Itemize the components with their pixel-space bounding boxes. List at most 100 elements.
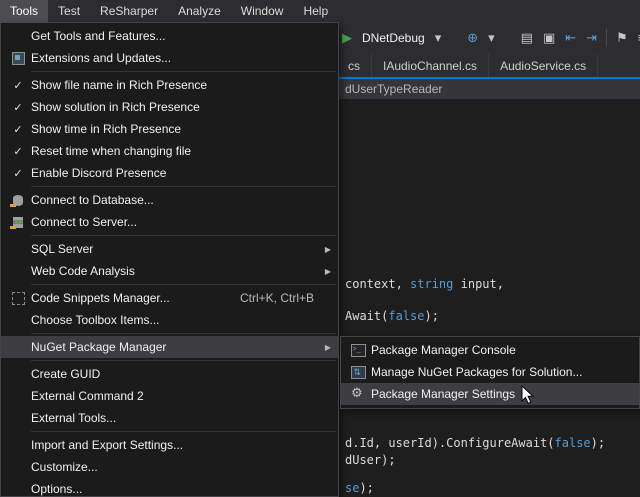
menu-separator	[31, 186, 336, 187]
menu-item[interactable]: ✓ Show file name in Rich Presence	[1, 74, 338, 96]
menubar-item[interactable]: Help	[293, 0, 338, 22]
code-line: context, string input,	[345, 277, 504, 291]
menu-item[interactable]: Connect to Database...	[1, 189, 338, 211]
debug-target-dropdown-icon[interactable]: ▾	[430, 22, 447, 54]
menu-item[interactable]: Import and Export Settings...	[1, 434, 338, 456]
submenu-item-label: Manage NuGet Packages for Solution...	[371, 365, 582, 379]
menubar-item[interactable]: Test	[48, 0, 90, 22]
check-mark: ✓	[13, 79, 22, 92]
indent-increase-icon[interactable]: ⇥	[581, 22, 602, 54]
menubar-item[interactable]: ReSharper	[90, 0, 168, 22]
document-tab[interactable]: cs	[337, 54, 372, 77]
menubar-item-label: Window	[241, 4, 284, 18]
menu-separator	[31, 71, 336, 72]
menu-item[interactable]: Connect to Server...	[1, 211, 338, 233]
menu-item[interactable]: ✓ Enable Discord Presence	[1, 162, 338, 184]
menu-item-shortcut: Ctrl+K, Ctrl+B	[240, 291, 330, 305]
mouse-cursor-icon	[521, 385, 537, 407]
menu-item-label: Import and Export Settings...	[31, 438, 183, 452]
menu-separator	[31, 431, 336, 432]
menu-item[interactable]: Customize...	[1, 456, 338, 478]
menu-item[interactable]: Get Tools and Features...	[1, 25, 338, 47]
attach-icon[interactable]: ⊕	[462, 22, 483, 54]
check-mark: ✓	[13, 123, 22, 136]
submenu-arrow-icon: ▶	[325, 343, 331, 352]
menu-item[interactable]: Choose Toolbox Items...	[1, 309, 338, 331]
check-mark: ✓	[13, 101, 22, 114]
menu-item-label: Create GUID	[31, 367, 100, 381]
check-mark: ✓	[13, 145, 22, 158]
menu-separator	[31, 284, 336, 285]
menu-separator	[31, 360, 336, 361]
menu-item-label: Show solution in Rich Presence	[31, 100, 200, 114]
menu-item[interactable]: Code Snippets Manager... Ctrl+K, Ctrl+B	[1, 287, 338, 309]
menu-item[interactable]: Create GUID	[1, 363, 338, 385]
menubar-item-label: Tools	[10, 4, 38, 18]
menu-item[interactable]: External Command 2	[1, 385, 338, 407]
attach-dropdown-icon[interactable]: ▾	[483, 22, 500, 54]
menu-item-label: Connect to Database...	[31, 193, 154, 207]
database-icon	[13, 195, 23, 206]
menubar-item[interactable]: Analyze	[168, 0, 231, 22]
nuget-submenu: Package Manager Console Manage NuGet Pac…	[340, 336, 640, 409]
menu-item-label: Connect to Server...	[31, 215, 137, 229]
menu-item[interactable]: ✓ Show solution in Rich Presence	[1, 96, 338, 118]
menu-item-label: SQL Server	[31, 242, 93, 256]
submenu-item[interactable]: Package Manager Console	[341, 339, 639, 361]
check-mark: ✓	[13, 167, 22, 180]
code-line: d.Id, userId).ConfigureAwait(false);	[345, 436, 605, 450]
start-debug-icon[interactable]: ▶	[337, 22, 357, 54]
menu-item-label: Web Code Analysis	[31, 264, 135, 278]
menu-item[interactable]: External Tools...	[1, 407, 338, 429]
menubar-item-label: ReSharper	[100, 4, 158, 18]
menu-item[interactable]: Options...	[1, 478, 338, 497]
toolbar-icon-glyph: ⇥	[586, 30, 597, 45]
menu-item-label: External Tools...	[31, 411, 116, 425]
toolbar-separator	[606, 29, 607, 47]
menubar-item[interactable]: Window	[231, 0, 294, 22]
document-tab[interactable]: IAudioChannel.cs	[372, 54, 489, 77]
document-tab[interactable]: AudioService.cs	[489, 54, 598, 77]
menu-item[interactable]: ✓ Reset time when changing file	[1, 140, 338, 162]
tools-menu: Get Tools and Features... Extensions and…	[0, 22, 339, 497]
indent-decrease-icon[interactable]: ⇤	[560, 22, 581, 54]
menubar-item-label: Test	[58, 4, 80, 18]
menu-item-label: Get Tools and Features...	[31, 29, 166, 43]
extensions-icon	[12, 52, 25, 65]
toolbar-right-group: ▶DNetDebug▾⊕▾▤▣⇤⇥⚑≡	[328, 22, 640, 54]
menu-item-label: Show time in Rich Presence	[31, 122, 181, 136]
code-line: se);	[345, 481, 374, 495]
toolbar-icon-glyph: DNetDebug	[362, 31, 425, 45]
toolbar-separator	[446, 38, 462, 39]
task-list-icon[interactable]: ≡	[633, 22, 640, 54]
menu-item[interactable]: Web Code Analysis ▶	[1, 260, 338, 282]
copy-icon[interactable]: ▣	[538, 22, 560, 54]
menu-item-label: Choose Toolbox Items...	[31, 313, 160, 327]
member-dropdown[interactable]: dUserTypeReader	[345, 82, 442, 96]
menubar-item-label: Help	[303, 4, 328, 18]
toolbar-icon-glyph: ⇤	[565, 30, 576, 45]
menu-item[interactable]: NuGet Package Manager ▶	[1, 336, 338, 358]
menu-item[interactable]: Extensions and Updates...	[1, 47, 338, 69]
console-icon	[351, 344, 366, 357]
menu-item[interactable]: ✓ Show time in Rich Presence	[1, 118, 338, 140]
menu-item-label: Reset time when changing file	[31, 144, 191, 158]
tab-label: AudioService.cs	[500, 59, 586, 73]
menubar-item[interactable]: Tools	[0, 0, 48, 22]
debug-target-label[interactable]: DNetDebug	[357, 22, 430, 54]
submenu-item[interactable]: Package Manager Settings	[341, 383, 639, 405]
open-file-icon[interactable]: ▤	[516, 22, 538, 54]
bookmark-icon[interactable]: ⚑	[611, 22, 633, 54]
menu-item-label: Show file name in Rich Presence	[31, 78, 207, 92]
tab-label: IAudioChannel.cs	[383, 59, 477, 73]
menu-bar: Tools Test ReSharper Analyze Window Help	[0, 0, 640, 22]
submenu-item-label: Package Manager Settings	[371, 387, 515, 401]
menu-separator	[31, 235, 336, 236]
toolbar-icon-glyph: ▾	[435, 30, 442, 45]
menubar-item-label: Analyze	[178, 4, 221, 18]
menu-item-label: NuGet Package Manager	[31, 340, 166, 354]
menu-item[interactable]: SQL Server ▶	[1, 238, 338, 260]
gear-icon	[351, 387, 365, 401]
submenu-item[interactable]: Manage NuGet Packages for Solution...	[341, 361, 639, 383]
snippets-icon	[12, 292, 25, 305]
